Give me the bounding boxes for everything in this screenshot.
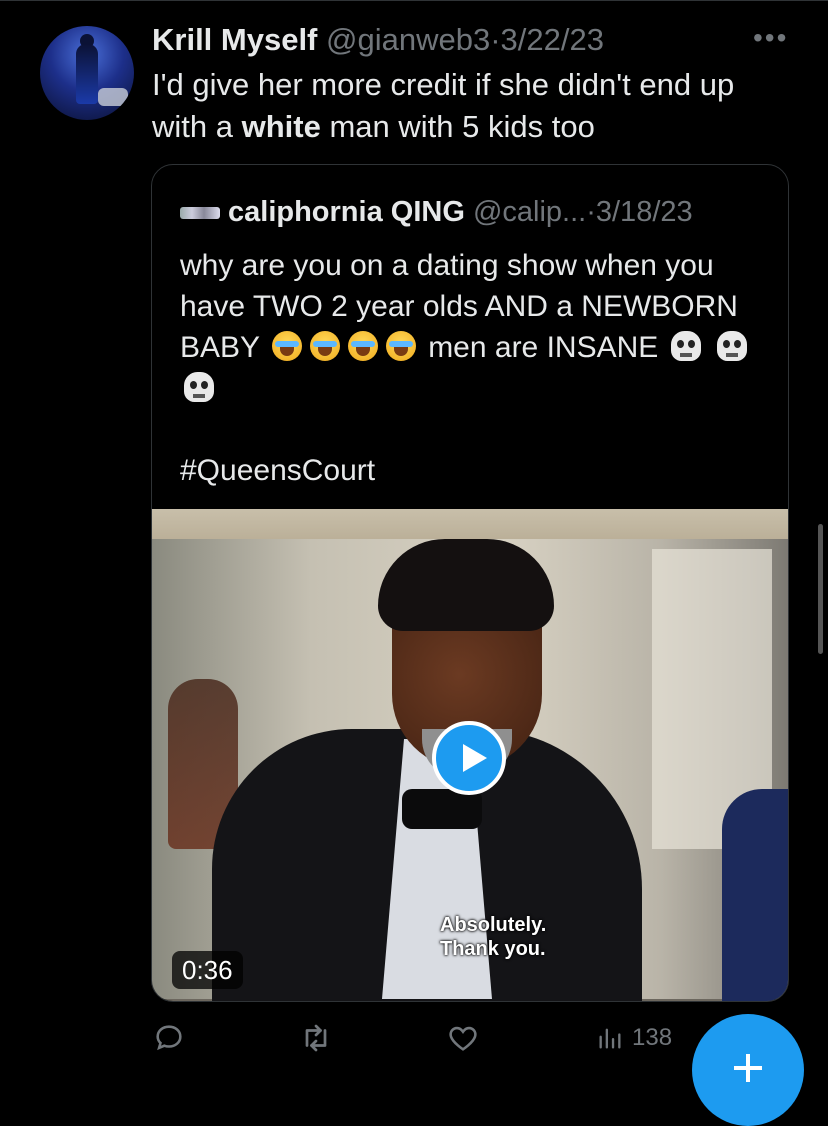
video-subtitle: Absolutely. Thank you.	[440, 913, 546, 961]
quoted-avatar	[180, 207, 220, 219]
retweet-icon	[305, 1024, 327, 1052]
tweet-text-bold: white	[241, 109, 321, 144]
subtitle-line: Thank you.	[440, 938, 546, 960]
retweet-button[interactable]	[298, 1020, 334, 1056]
loudly-crying-face-icon	[271, 331, 302, 361]
video-duration: 0:36	[172, 951, 243, 989]
like-icon	[449, 1026, 477, 1051]
compose-icon[interactable]	[692, 1014, 804, 1126]
quoted-text-tail: men are INSANE	[428, 331, 659, 364]
loudly-crying-face-icon	[385, 331, 416, 361]
quoted-header: caliphornia QING @calip...·3/18/23	[228, 193, 693, 231]
views-count: 138	[632, 1024, 673, 1051]
avatar-car	[98, 88, 128, 106]
loudly-crying-face-icon	[309, 331, 340, 361]
subtitle-line: Absolutely.	[440, 914, 547, 936]
views-icon	[599, 1028, 621, 1049]
quoted-date: 3/18/23	[595, 196, 693, 228]
quoted-text: why are you on a dating show when you ha…	[180, 245, 770, 409]
views-button[interactable]: 138	[596, 1020, 672, 1056]
separator: ·	[490, 22, 501, 57]
quoted-handle: @calip...	[472, 196, 587, 228]
divider	[0, 0, 828, 1]
reply-button[interactable]	[152, 1020, 186, 1056]
bow-tie	[402, 789, 482, 829]
separator: ·	[586, 196, 596, 228]
man-hair	[378, 539, 554, 631]
hashtag[interactable]: #QueensCourt	[180, 451, 375, 491]
quoted-tweet[interactable]: caliphornia QING @calip...·3/18/23 why a…	[151, 164, 789, 1002]
like-button[interactable]	[446, 1020, 480, 1056]
more-icon[interactable]: •••	[753, 22, 788, 54]
avatar[interactable]	[40, 26, 134, 120]
avatar-figure	[76, 44, 98, 104]
loudly-crying-face-icon	[347, 331, 378, 361]
tweet-date[interactable]: 3/22/23	[501, 22, 604, 57]
right-person	[722, 789, 788, 1001]
play-icon[interactable]	[432, 721, 506, 795]
author-name[interactable]: Krill Myself	[152, 22, 317, 57]
author-handle[interactable]: @gianweb3	[326, 22, 490, 57]
skull-icon	[716, 331, 747, 361]
quoted-author-name: caliphornia QING	[228, 196, 465, 228]
scrollbar[interactable]	[818, 524, 823, 654]
tweet-text: I'd give her more credit if she didn't e…	[152, 64, 792, 148]
tweet-header: Krill Myself @gianweb3·3/22/23	[152, 20, 604, 60]
skull-icon	[184, 372, 214, 402]
tweet-text-part: man with 5 kids too	[320, 109, 595, 144]
reply-icon	[156, 1025, 182, 1051]
skull-icon	[670, 331, 701, 361]
video-player[interactable]: Absolutely. Thank you. 0:36	[152, 509, 788, 1001]
